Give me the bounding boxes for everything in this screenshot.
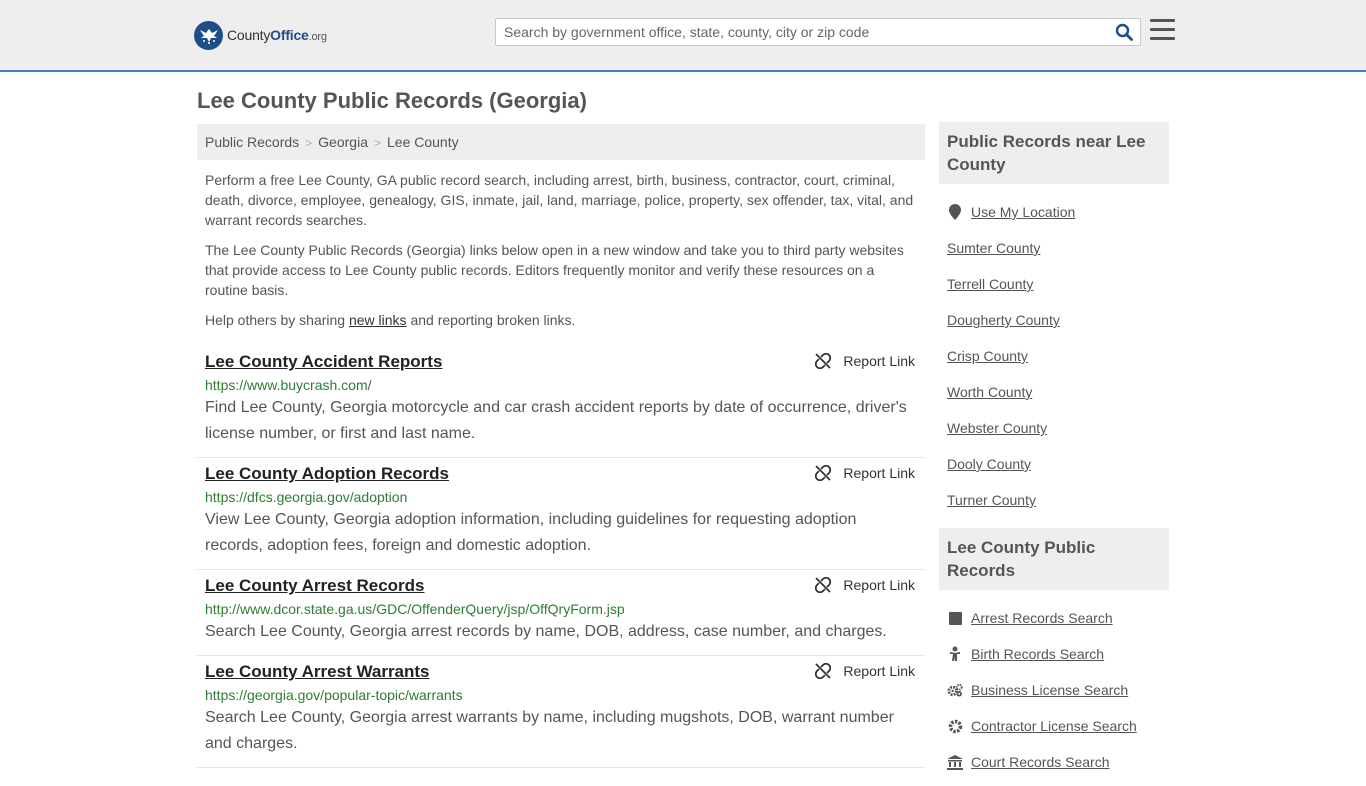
record-url[interactable]: https://georgia.gov/popular-topic/warran… bbox=[205, 687, 917, 703]
record-item: Lee County Arrest Warrants Report Link h… bbox=[197, 656, 925, 768]
sidebar-item-county: Turner County bbox=[947, 482, 1161, 518]
sidebar-item-business-license: Business License Search bbox=[947, 672, 1161, 708]
logo-text-office: Office bbox=[270, 27, 309, 43]
logo-text: CountyOffice.org bbox=[227, 27, 327, 43]
county-link[interactable]: Crisp County bbox=[947, 348, 1028, 364]
record-description: Search Lee County, Georgia arrest record… bbox=[205, 623, 887, 640]
search-input[interactable] bbox=[496, 19, 1106, 45]
breadcrumb-lee-county[interactable]: Lee County bbox=[387, 134, 459, 150]
report-link-label: Report Link bbox=[843, 353, 915, 369]
sidebar-item-county: Terrell County bbox=[947, 266, 1161, 302]
square-icon bbox=[947, 610, 963, 626]
record-title-link[interactable]: Lee County Accident Reports bbox=[205, 352, 442, 372]
sidebar-item-contractor-license: Contractor License Search bbox=[947, 708, 1161, 744]
breadcrumb-separator-icon: > bbox=[373, 136, 381, 150]
county-link[interactable]: Worth County bbox=[947, 384, 1032, 400]
business-license-link[interactable]: Business License Search bbox=[971, 682, 1128, 698]
page-title: Lee County Public Records (Georgia) bbox=[197, 88, 587, 113]
record-title-link[interactable]: Lee County Arrest Records bbox=[205, 576, 424, 596]
county-link[interactable]: Dougherty County bbox=[947, 312, 1060, 328]
sidebar-item-county: Sumter County bbox=[947, 230, 1161, 266]
intro-paragraph-1: Perform a free Lee County, GA public rec… bbox=[205, 172, 914, 228]
sidebar-item-county: Worth County bbox=[947, 374, 1161, 410]
record-url[interactable]: https://dfcs.georgia.gov/adoption bbox=[205, 489, 917, 505]
report-link-button[interactable]: Report Link bbox=[815, 465, 915, 481]
logo-text-org: .org bbox=[308, 31, 327, 43]
record-item: Lee County Adoption Records Report Link … bbox=[197, 458, 925, 570]
record-title-link[interactable]: Lee County Adoption Records bbox=[205, 464, 449, 484]
site-logo[interactable]: CountyOffice.org bbox=[194, 20, 327, 50]
broken-link-icon bbox=[815, 663, 832, 679]
county-link[interactable]: Dooly County bbox=[947, 456, 1031, 472]
record-url[interactable]: https://www.buycrash.com/ bbox=[205, 377, 917, 393]
record-item: Lee County Arrest Records Report Link ht… bbox=[197, 570, 925, 656]
gears-icon bbox=[947, 682, 963, 698]
breadcrumb-georgia[interactable]: Georgia bbox=[318, 134, 368, 150]
county-link[interactable]: Webster County bbox=[947, 420, 1047, 436]
county-link[interactable]: Terrell County bbox=[947, 276, 1033, 292]
sidebar-item-county: Crisp County bbox=[947, 338, 1161, 374]
sidebar-item-county: Dooly County bbox=[947, 446, 1161, 482]
record-description: Search Lee County, Georgia arrest warran… bbox=[205, 709, 894, 752]
hamburger-menu-icon[interactable] bbox=[1150, 19, 1175, 43]
intro-paragraph-3: Help others by sharing new links and rep… bbox=[205, 310, 917, 330]
public-records-list: Arrest Records Search Birth Records Sear… bbox=[939, 590, 1169, 786]
map-marker-icon bbox=[947, 204, 963, 220]
site-header: CountyOffice.org bbox=[0, 0, 1366, 72]
record-item: Lee County Accident Reports Report Link … bbox=[197, 346, 925, 458]
report-link-button[interactable]: Report Link bbox=[815, 353, 915, 369]
sidebar: Public Records near Lee County Use My Lo… bbox=[939, 122, 1169, 786]
report-link-button[interactable]: Report Link bbox=[815, 663, 915, 679]
arrest-records-link[interactable]: Arrest Records Search bbox=[971, 610, 1113, 626]
sidebar-item-arrest-records: Arrest Records Search bbox=[947, 600, 1161, 636]
sidebar-near-heading: Public Records near Lee County bbox=[939, 122, 1169, 184]
record-url[interactable]: http://www.dcor.state.ga.us/GDC/Offender… bbox=[205, 601, 917, 617]
search-icon[interactable] bbox=[1114, 22, 1134, 42]
help-text-after: and reporting broken links. bbox=[406, 312, 576, 328]
search-box bbox=[495, 18, 1141, 46]
broken-link-icon bbox=[815, 577, 832, 593]
new-links-link[interactable]: new links bbox=[349, 312, 407, 328]
report-link-label: Report Link bbox=[843, 663, 915, 679]
baby-icon bbox=[947, 646, 963, 662]
county-link[interactable]: Sumter County bbox=[947, 240, 1040, 256]
report-link-button[interactable]: Report Link bbox=[815, 577, 915, 593]
report-link-label: Report Link bbox=[843, 465, 915, 481]
sidebar-item-county: Webster County bbox=[947, 410, 1161, 446]
sidebar-item-birth-records: Birth Records Search bbox=[947, 636, 1161, 672]
breadcrumb-public-records[interactable]: Public Records bbox=[205, 134, 299, 150]
sidebar-records-heading: Lee County Public Records bbox=[939, 528, 1169, 590]
record-description: View Lee County, Georgia adoption inform… bbox=[205, 511, 857, 554]
record-title-link[interactable]: Lee County Arrest Warrants bbox=[205, 662, 430, 682]
gear-icon bbox=[947, 718, 963, 734]
broken-link-icon bbox=[815, 353, 832, 369]
records-list: Lee County Accident Reports Report Link … bbox=[197, 346, 925, 768]
sidebar-item-county: Dougherty County bbox=[947, 302, 1161, 338]
help-text-before: Help others by sharing bbox=[205, 312, 349, 328]
use-my-location-link[interactable]: Use My Location bbox=[971, 204, 1075, 220]
contractor-license-link[interactable]: Contractor License Search bbox=[971, 718, 1137, 734]
breadcrumb-separator-icon: > bbox=[305, 136, 313, 150]
sidebar-item-use-my-location: Use My Location bbox=[947, 194, 1161, 230]
nearby-counties-list: Use My Location Sumter County Terrell Co… bbox=[939, 184, 1169, 524]
record-description: Find Lee County, Georgia motorcycle and … bbox=[205, 399, 907, 442]
county-link[interactable]: Turner County bbox=[947, 492, 1036, 508]
eagle-logo-icon bbox=[194, 20, 223, 50]
birth-records-link[interactable]: Birth Records Search bbox=[971, 646, 1104, 662]
breadcrumb: Public Records > Georgia > Lee County bbox=[197, 124, 925, 160]
intro-paragraph-2: The Lee County Public Records (Georgia) … bbox=[205, 242, 904, 298]
logo-text-county: County bbox=[227, 27, 271, 43]
report-link-label: Report Link bbox=[843, 577, 915, 593]
sidebar-item-court-records: Court Records Search bbox=[947, 744, 1161, 780]
broken-link-icon bbox=[815, 465, 832, 481]
